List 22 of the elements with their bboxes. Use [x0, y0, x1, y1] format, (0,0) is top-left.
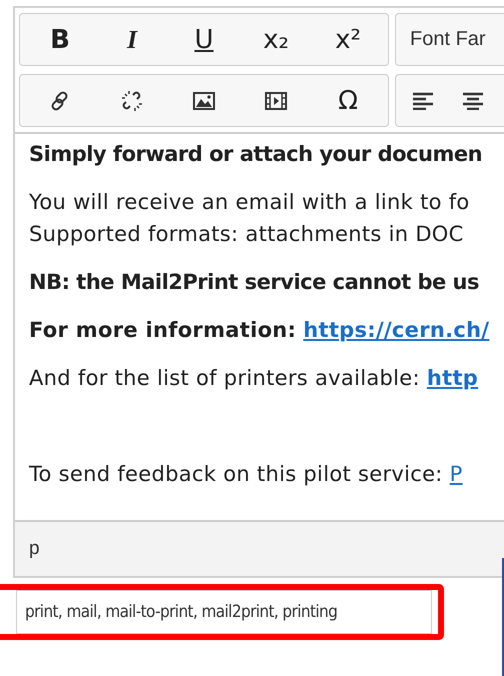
link[interactable]: P — [450, 462, 463, 486]
film-icon — [265, 92, 287, 110]
format-button[interactable]: B — [24, 16, 96, 62]
link[interactable]: http — [426, 366, 478, 390]
format-button[interactable]: U — [168, 16, 240, 62]
format-button[interactable]: x² — [312, 16, 384, 62]
align-left-icon — [412, 92, 434, 110]
paragraph: For more information: https://cern.ch/ — [29, 317, 490, 344]
tags-field[interactable]: print, mail, mail-to-print, mail2print, printing — [16, 590, 432, 634]
paragraph: And for the list of printers available: http — [29, 365, 480, 392]
format-button[interactable]: x₂ — [240, 16, 312, 62]
link[interactable]: https://cern.ch/ — [303, 318, 490, 342]
paragraph: You will receive an email with a link to fo Supported formats: attachments in DOC — [29, 189, 471, 248]
format-button[interactable]: I — [96, 16, 168, 62]
special-character-button[interactable]: Ω — [312, 78, 384, 124]
image-icon — [193, 92, 215, 110]
paragraph: NB: the Mail2Print service cannot be us — [29, 269, 480, 296]
broken-link-icon — [121, 90, 143, 112]
paragraph: To send feedback on this pilot service: P — [29, 461, 464, 488]
align-center-icon — [462, 92, 484, 110]
paragraph: Simply forward or attach your documen — [29, 141, 484, 168]
element-path[interactable]: p — [29, 538, 40, 560]
